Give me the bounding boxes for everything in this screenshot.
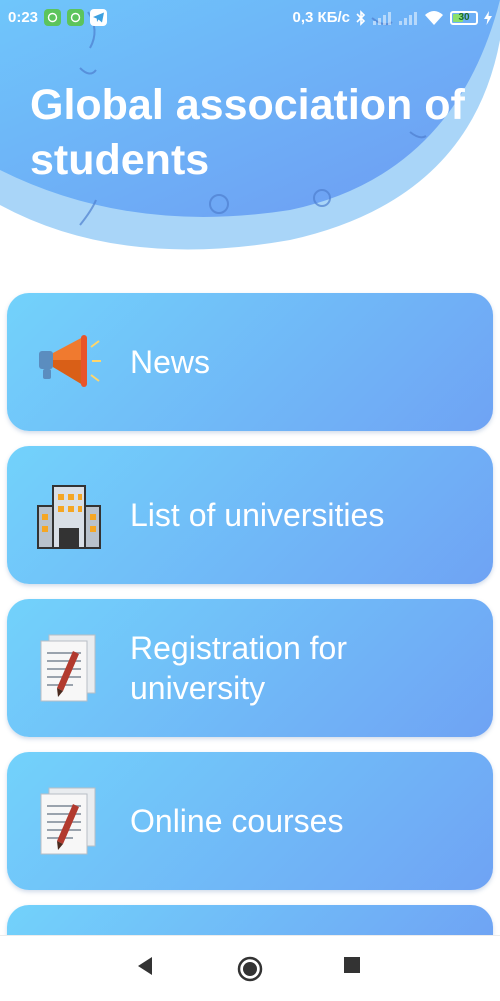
status-bar: 0:23 0,3 КБ/с 30 bbox=[0, 0, 500, 36]
menu-item-label: Online courses bbox=[130, 803, 344, 839]
app-notification-icon bbox=[67, 9, 85, 26]
status-right: 0,3 КБ/с 30 bbox=[293, 9, 492, 26]
network-speed: 0,3 КБ/с bbox=[292, 9, 350, 26]
page-title: Global association of students bbox=[30, 81, 465, 184]
building-icon bbox=[37, 485, 101, 549]
menu-item-online-courses[interactable]: Online courses bbox=[7, 752, 493, 890]
wifi-icon bbox=[425, 11, 443, 25]
menu-item-label: List of universities bbox=[130, 497, 385, 533]
status-time: 0:23 bbox=[8, 9, 39, 26]
menu-item-news[interactable]: News bbox=[7, 293, 493, 431]
menu-item-label: Registration for university bbox=[130, 630, 347, 706]
navigation-bar bbox=[0, 935, 500, 1001]
document-icon bbox=[40, 787, 96, 855]
battery-level: 30 bbox=[458, 11, 470, 23]
status-left: 0:23 bbox=[8, 9, 108, 26]
home-icon[interactable] bbox=[237, 956, 263, 982]
signal-icon bbox=[373, 11, 391, 25]
battery-icon: 30 bbox=[450, 10, 478, 25]
back-icon[interactable] bbox=[136, 956, 154, 976]
menu-item-registration[interactable]: Registration for university bbox=[7, 599, 493, 737]
recents-icon[interactable] bbox=[343, 956, 361, 974]
bluetooth-icon bbox=[356, 9, 366, 26]
document-icon bbox=[40, 634, 96, 702]
megaphone-icon bbox=[39, 335, 101, 387]
telegram-icon bbox=[90, 9, 108, 26]
app-notification-icon bbox=[44, 9, 62, 26]
signal-icon bbox=[399, 11, 417, 25]
menu-item-label: News bbox=[130, 344, 211, 380]
main-menu: News List of universities Registration f… bbox=[7, 293, 493, 960]
menu-item-universities[interactable]: List of universities bbox=[7, 446, 493, 584]
charging-icon bbox=[484, 10, 492, 25]
